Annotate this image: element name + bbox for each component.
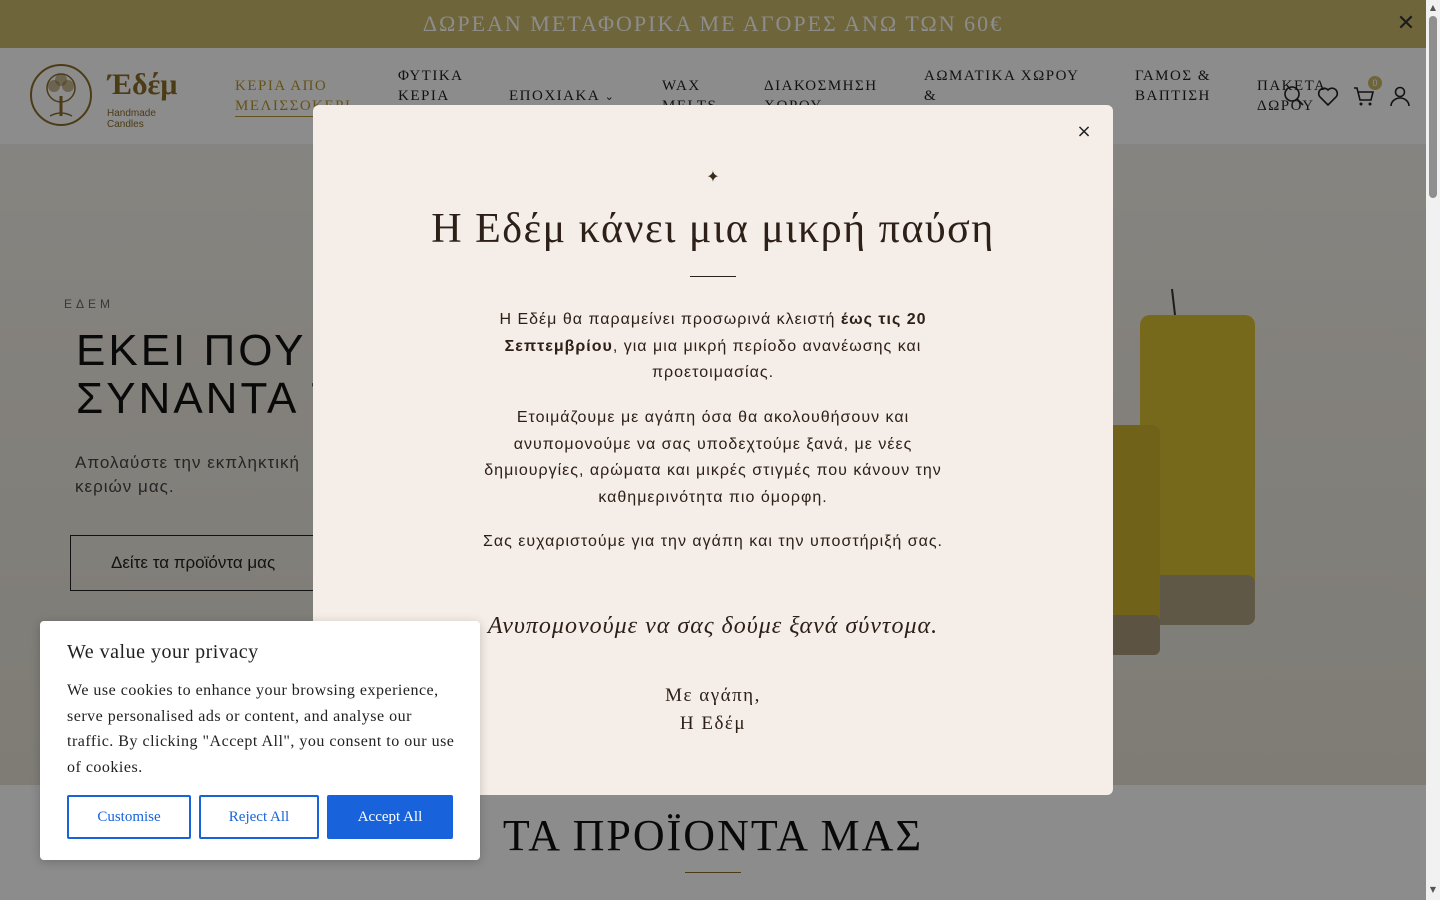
modal-p1-before: Η Εδέμ θα παραμείνει προσωρινά κλειστή [499,311,841,328]
cookie-title: We value your privacy [67,641,259,663]
modal-title: Η Εδέμ κάνει μια μικρή παύση [431,206,995,252]
close-icon[interactable]: × [1073,121,1095,143]
cookie-text: We use cookies to enhance your browsing … [67,682,455,776]
modal-divider [690,276,736,277]
sparkle-icon: ✦ [706,167,720,186]
scroll-down-icon[interactable]: ▼ [1429,886,1437,894]
modal-signoff-2: Η Εδέμ [679,713,747,734]
modal-paragraph-1: Η Εδέμ θα παραμείνει προσωρινά κλειστή έ… [473,307,953,387]
cookie-banner: We value your privacy We use cookies to … [40,621,480,860]
scrollbar[interactable]: ▲ ▼ [1426,0,1440,900]
reject-all-button[interactable]: Reject All [199,795,319,839]
scroll-thumb[interactable] [1429,16,1437,198]
scroll-up-icon[interactable]: ▲ [1429,4,1437,12]
modal-italic-message: Ανυπομονούμε να σας δούμε ξανά σύντομα. [487,613,939,639]
modal-paragraph-2: Ετοιμάζουμε με αγάπη όσα θα ακολουθήσουν… [484,409,942,506]
modal-signoff-1: Με αγάπη, [665,685,761,706]
accept-all-button[interactable]: Accept All [327,795,453,839]
modal-p1-after: , για μια μικρή περίοδο ανανέωσης και πρ… [612,337,922,382]
modal-paragraph-3: Σας ευχαριστούμε για την αγάπη και την υ… [483,533,943,550]
customise-button[interactable]: Customise [67,795,191,839]
